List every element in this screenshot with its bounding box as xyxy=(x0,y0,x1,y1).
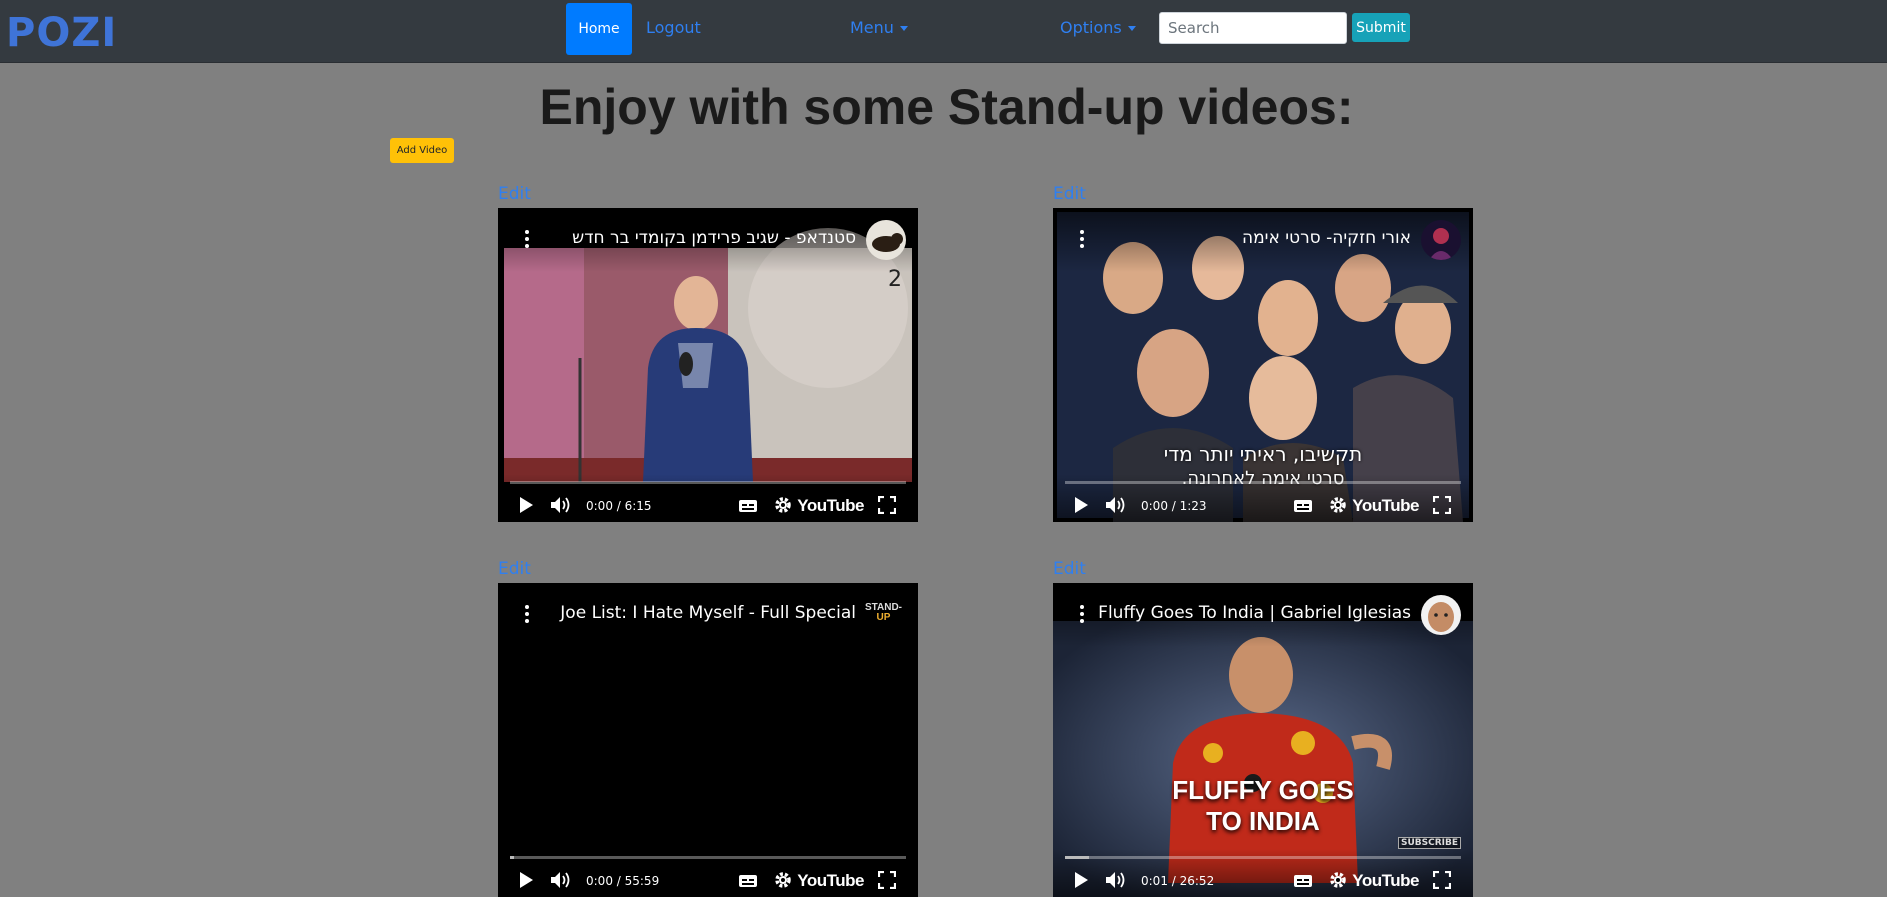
youtube-logo[interactable]: YouTube xyxy=(797,496,864,516)
progress-bar[interactable] xyxy=(1065,856,1461,859)
chevron-down-icon xyxy=(1127,26,1136,31)
more-options-icon[interactable] xyxy=(524,605,530,625)
progress-bar[interactable] xyxy=(510,481,906,484)
chevron-down-icon xyxy=(899,26,908,31)
video-title[interactable]: Joe List: I Hate Myself - Full Special xyxy=(560,603,856,623)
nav-options-dropdown[interactable]: Options xyxy=(1060,18,1136,37)
navbar: POZI Home Logout Menu Options Submit xyxy=(0,0,1887,63)
video-player[interactable]: 2 סטנדאפ - שגיב פרידמן בקומדי בר חדש 0:0… xyxy=(498,208,918,522)
volume-icon[interactable] xyxy=(1105,496,1127,514)
nav-menu-label: Menu xyxy=(850,18,894,37)
video-player[interactable]: תקשיבו, ראיתי יותר מדי סרטי אימה לאחרונה… xyxy=(1053,208,1473,522)
video-time: 0:01 / 26:52 xyxy=(1141,874,1215,888)
nav-options-label: Options xyxy=(1060,18,1122,37)
volume-icon[interactable] xyxy=(1105,871,1127,889)
subtitles-icon[interactable] xyxy=(1293,873,1313,889)
video-title[interactable]: Fluffy Goes To India | Gabriel Iglesias xyxy=(1098,603,1411,623)
youtube-logo[interactable]: YouTube xyxy=(797,871,864,891)
fullscreen-icon[interactable] xyxy=(878,496,896,514)
settings-icon[interactable] xyxy=(1329,496,1347,514)
channel-avatar[interactable] xyxy=(866,220,906,260)
video-time: 0:00 / 1:23 xyxy=(1141,499,1207,513)
progress-fill xyxy=(510,856,514,859)
edit-link[interactable]: Edit xyxy=(498,184,531,204)
channel-avatar[interactable] xyxy=(1421,595,1461,635)
subtitles-icon[interactable] xyxy=(1293,498,1313,514)
subscribe-badge[interactable]: SUBSCRIBE xyxy=(1397,837,1461,849)
fullscreen-icon[interactable] xyxy=(1433,871,1451,889)
play-icon[interactable] xyxy=(518,496,534,514)
channel-avatar[interactable] xyxy=(1421,220,1461,260)
progress-bar[interactable] xyxy=(1065,481,1461,484)
edit-link[interactable]: Edit xyxy=(498,559,531,579)
thumbnail-text: FLUFFY GOES xyxy=(1172,775,1354,805)
video-title[interactable]: סטנדאפ - שגיב פרידמן בקומדי בר חדש xyxy=(572,228,856,248)
more-options-icon[interactable] xyxy=(524,230,530,250)
settings-icon[interactable] xyxy=(774,496,792,514)
video-caption-line: תקשיבו, ראיתי יותר מדי xyxy=(1163,442,1363,466)
more-options-icon[interactable] xyxy=(1079,605,1085,625)
progress-fill xyxy=(1065,856,1089,859)
youtube-logo[interactable]: YouTube xyxy=(1352,871,1419,891)
channel-logo[interactable]: STAND- UP xyxy=(865,603,902,623)
volume-icon[interactable] xyxy=(550,871,572,889)
video-time: 0:00 / 6:15 xyxy=(586,499,652,513)
fullscreen-icon[interactable] xyxy=(1433,496,1451,514)
page-title: Enjoy with some Stand-up videos: xyxy=(539,79,1354,135)
settings-icon[interactable] xyxy=(774,871,792,889)
submit-button[interactable]: Submit xyxy=(1352,13,1410,42)
play-icon[interactable] xyxy=(1073,496,1089,514)
play-icon[interactable] xyxy=(1073,871,1089,889)
progress-bar[interactable] xyxy=(510,856,906,859)
nav-menu-dropdown[interactable]: Menu xyxy=(850,18,908,37)
search-input[interactable] xyxy=(1159,12,1347,44)
channel-logo-line: UP xyxy=(876,612,891,623)
video-player[interactable]: FLUFFY GOES TO INDIA SUBSCRIBE Fluffy Go… xyxy=(1053,583,1473,897)
edit-link[interactable]: Edit xyxy=(1053,184,1086,204)
add-video-button[interactable]: Add Video xyxy=(390,138,454,163)
more-options-icon[interactable] xyxy=(1079,230,1085,250)
nav-home-button[interactable]: Home xyxy=(566,3,632,55)
youtube-logo[interactable]: YouTube xyxy=(1352,496,1419,516)
volume-icon[interactable] xyxy=(550,496,572,514)
video-title[interactable]: אורי חזקיה- סרטי אימה xyxy=(1242,228,1411,248)
subtitles-icon[interactable] xyxy=(738,498,758,514)
nav-logout-link[interactable]: Logout xyxy=(646,18,701,37)
fullscreen-icon[interactable] xyxy=(878,871,896,889)
edit-link[interactable]: Edit xyxy=(1053,559,1086,579)
thumbnail-text: TO INDIA xyxy=(1206,806,1320,836)
brand-logo[interactable]: POZI xyxy=(6,10,117,56)
video-time: 0:00 / 55:59 xyxy=(586,874,660,888)
subtitles-icon[interactable] xyxy=(738,873,758,889)
settings-icon[interactable] xyxy=(1329,871,1347,889)
video-player[interactable]: Joe List: I Hate Myself - Full Special S… xyxy=(498,583,918,897)
play-icon[interactable] xyxy=(518,871,534,889)
